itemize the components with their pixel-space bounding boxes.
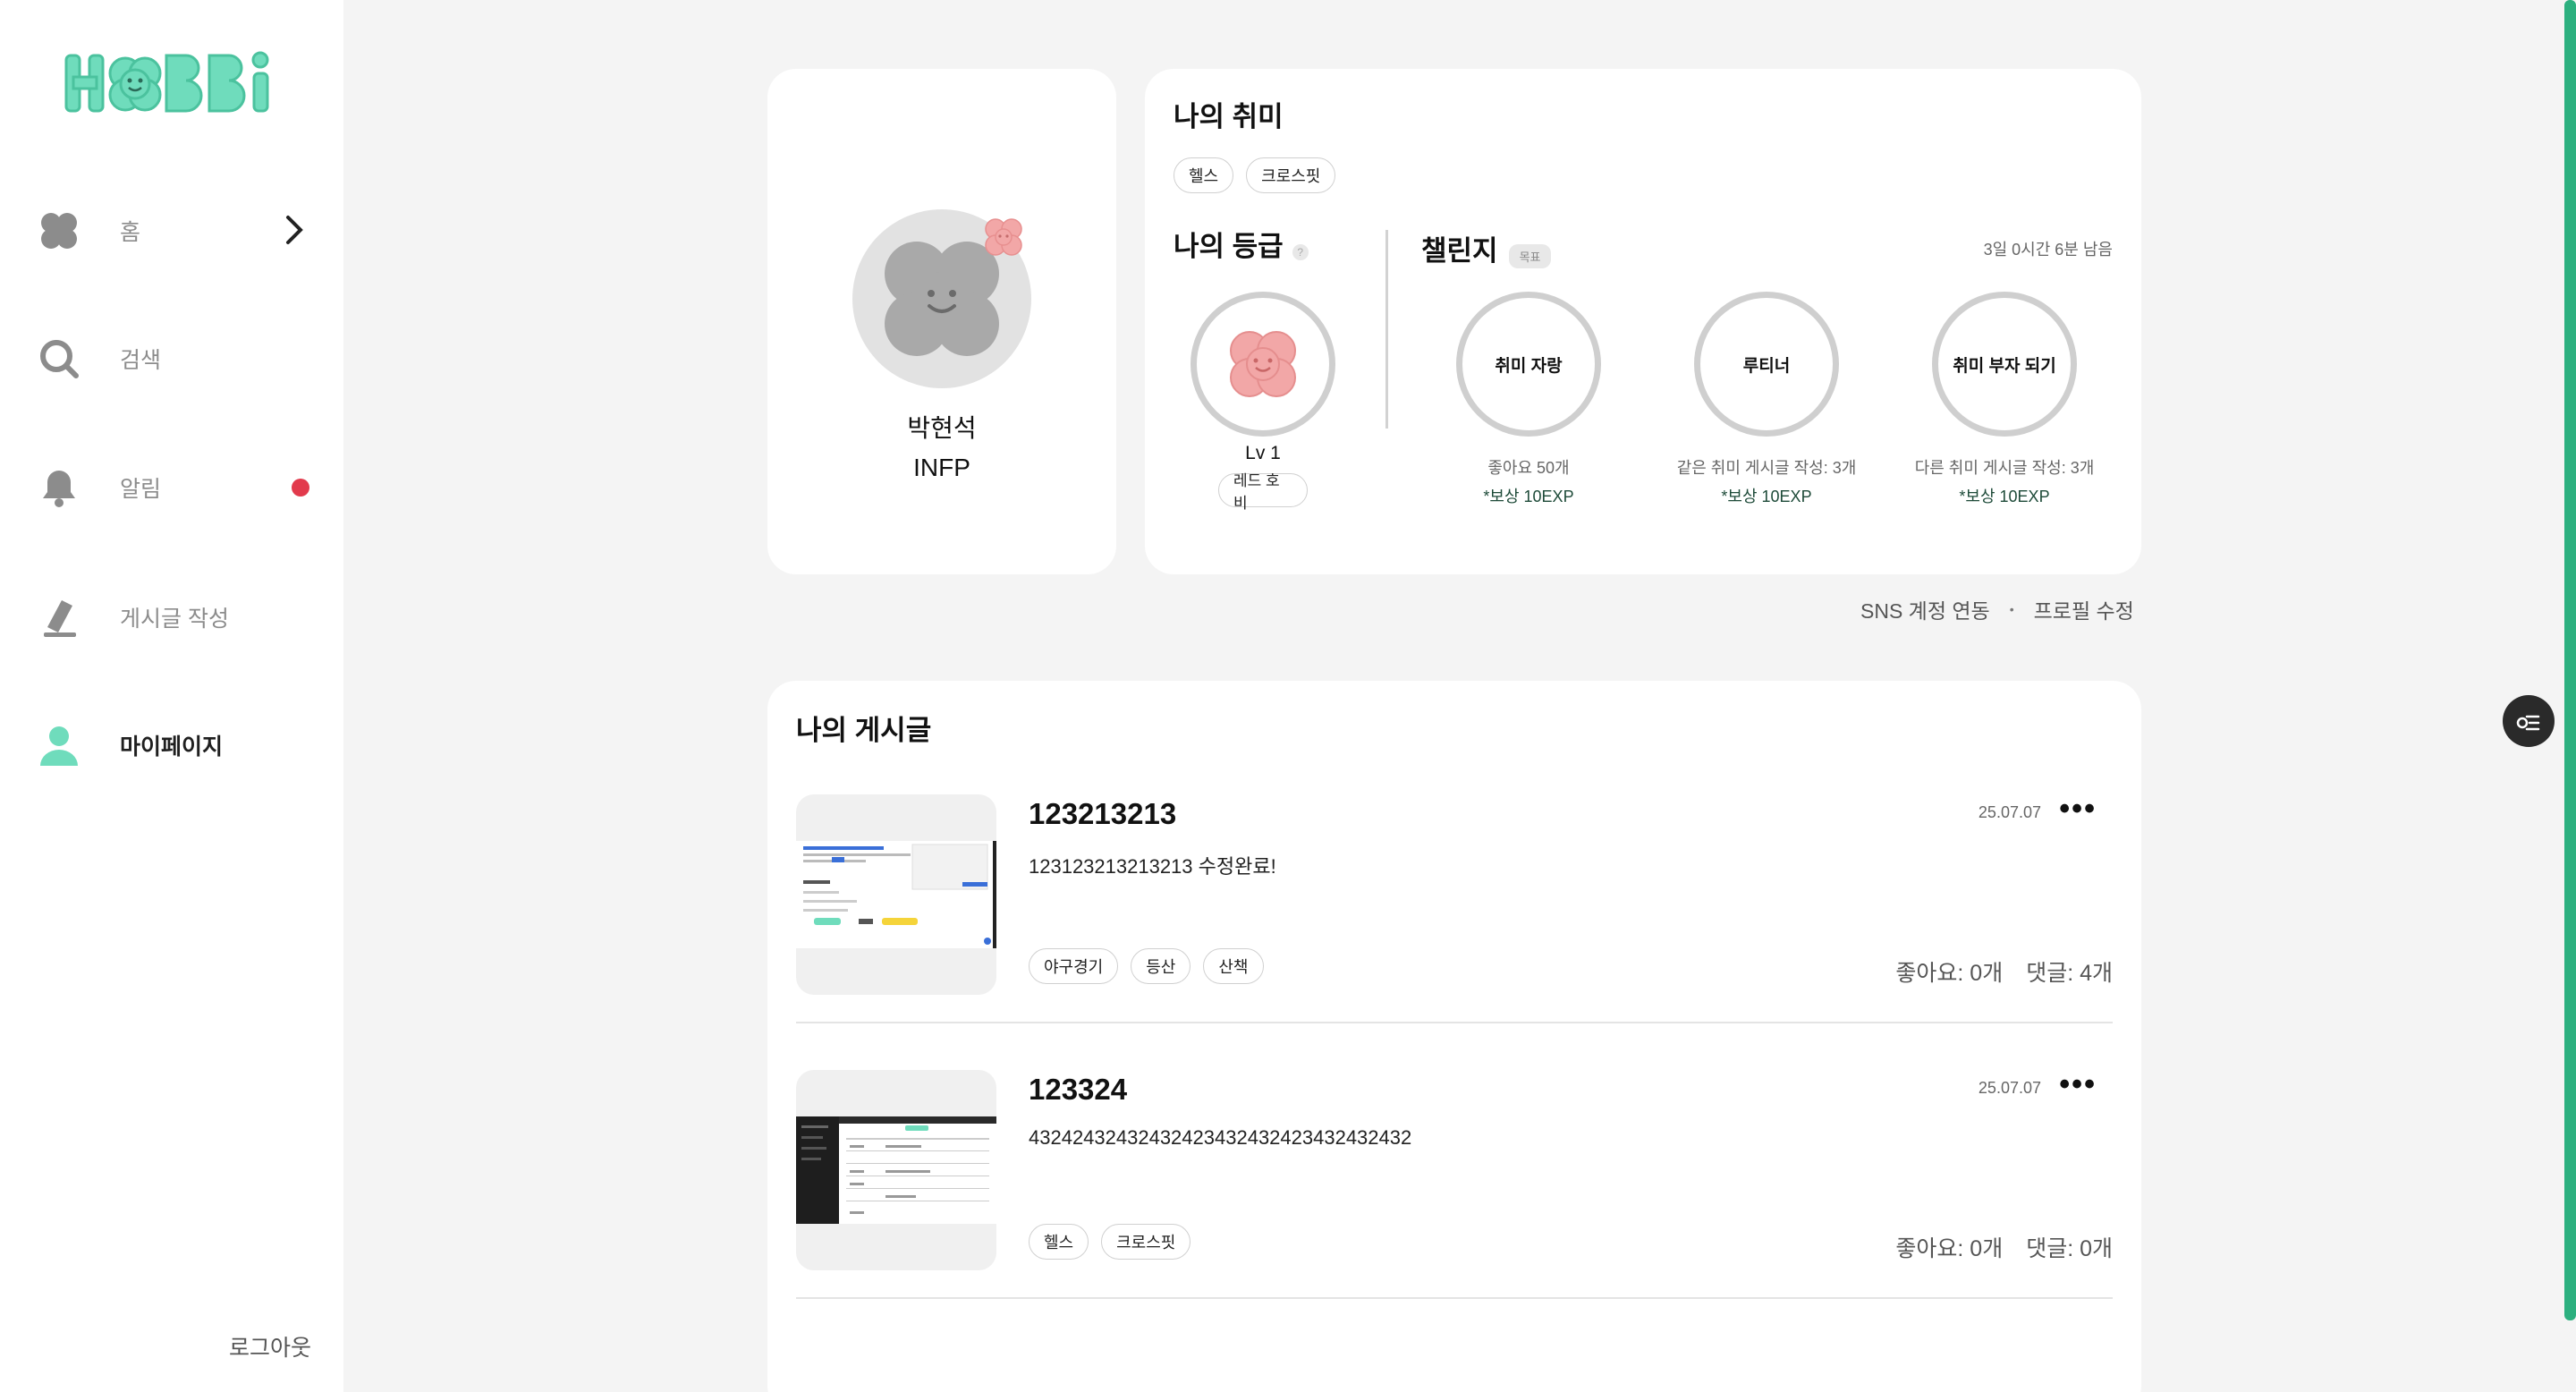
challenge-reward: *보상 10EXP (1959, 488, 2050, 505)
pencil-icon (36, 594, 82, 641)
comment-count: 댓글: 0개 (2026, 1236, 2113, 1261)
hobby-grade-challenge-card: 나의 취미 헬스 크로스핏 나의 등급? Lv 1 레드 호비 챌린지 목표 3일… (1145, 69, 2141, 574)
challenge-ring[interactable]: 취미 부자 되기 (1932, 292, 2077, 437)
post-tag[interactable]: 크로스핏 (1101, 1224, 1191, 1260)
profile-mbti: INFP (913, 454, 970, 481)
sidebar-item-label: 마이페이지 (120, 734, 224, 760)
profile-name: 박현석 (907, 414, 977, 442)
avatar[interactable] (852, 209, 1031, 388)
sidebar-item-label: 홈 (120, 220, 141, 245)
challenge-desc: 좋아요 50개 (1487, 459, 1570, 477)
more-menu-icon[interactable]: ••• (2059, 1069, 2097, 1099)
post-item[interactable]: 123213213 123123213213213 수정완료! 25.07.07… (796, 794, 2113, 1072)
post-title: 123324 (1029, 1073, 1128, 1106)
challenge-remaining: 3일 0시간 6분 남음 (1983, 241, 2113, 259)
grade-header: 나의 등급? (1174, 224, 1309, 264)
search-icon (36, 335, 82, 382)
edit-profile-button[interactable]: 프로필 수정 (2034, 594, 2134, 624)
sidebar: 홈 검색 알림 게시글 작성 마이페이지 로그아웃 (0, 0, 343, 1392)
post-tag[interactable]: 산책 (1203, 948, 1264, 984)
sns-link-button[interactable]: SNS 계정 연동 (1860, 594, 1990, 624)
challenge-reward: *보상 10EXP (1721, 488, 1812, 505)
post-thumbnail[interactable] (796, 1070, 996, 1270)
challenge-reward: *보상 10EXP (1483, 488, 1574, 505)
divider (1385, 230, 1388, 429)
post-divider (796, 1297, 2113, 1299)
post-body: 43242432432432423432432423432432432 (1029, 1126, 1412, 1149)
separator: • (2009, 602, 2014, 616)
challenge-ring[interactable]: 취미 자랑 (1456, 292, 1601, 437)
sidebar-item-label: 알림 (120, 477, 162, 502)
challenge-desc: 같은 취미 게시글 작성: 3개 (1676, 459, 1857, 477)
grade-tier-badge: 레드 호비 (1218, 472, 1308, 512)
filter-list-icon (2516, 715, 2540, 731)
sidebar-item-mypage[interactable]: 마이페이지 (36, 714, 313, 777)
grade-title: 나의 등급 (1174, 231, 1284, 262)
user-icon (36, 722, 82, 768)
grade-ring (1191, 292, 1335, 437)
logout-button[interactable]: 로그아웃 (229, 1330, 311, 1362)
help-icon[interactable]: ? (1292, 243, 1309, 260)
post-item[interactable]: 123324 432424324324324234324324234324324… (796, 1069, 2113, 1347)
post-date: 25.07.07 (1978, 803, 2041, 821)
grade-tier-wrap: 레드 호비 (1218, 472, 1308, 512)
more-menu-icon[interactable]: ••• (2059, 794, 2097, 824)
hobbi-logo[interactable] (63, 48, 283, 118)
challenge-desc: 다른 취미 게시글 작성: 3개 (1914, 459, 2095, 477)
my-posts-card: 나의 게시글 123213213 123123213213213 수정완료! 2… (767, 681, 2141, 1392)
post-title: 123213213 (1029, 797, 1177, 830)
like-count: 좋아요: 0개 (1895, 961, 2004, 986)
comment-count: 댓글: 4개 (2026, 961, 2113, 986)
post-stats: 좋아요: 0개 댓글: 4개 (1895, 955, 2113, 988)
post-date: 25.07.07 (1978, 1079, 2041, 1097)
hobby-tag-list: 헬스 크로스핏 (1174, 157, 1348, 193)
post-tag[interactable]: 야구경기 (1029, 948, 1119, 984)
challenge-ring[interactable]: 루티너 (1694, 292, 1839, 437)
post-divider (796, 1022, 2113, 1023)
post-tag-list: 야구경기 등산 산책 (1029, 948, 1276, 984)
grade-level: Lv 1 (1245, 443, 1281, 463)
bell-icon (36, 464, 82, 511)
sidebar-item-alerts[interactable]: 알림 (36, 456, 313, 519)
sidebar-item-label: 게시글 작성 (120, 607, 229, 632)
post-tag[interactable]: 등산 (1131, 948, 1191, 984)
hobby-tag[interactable]: 크로스핏 (1246, 157, 1336, 193)
post-body: 123123213213213 수정완료! (1029, 855, 1276, 878)
post-tag-list: 헬스 크로스핏 (1029, 1224, 1203, 1260)
profile-card: 석이 박현석 INFP (767, 69, 1116, 574)
sidebar-item-write-post[interactable]: 게시글 작성 (36, 586, 313, 649)
challenge-header: 챌린지 목표 (1421, 228, 1552, 269)
page-scrollbar[interactable] (2564, 0, 2576, 1320)
like-count: 좋아요: 0개 (1895, 1236, 2004, 1261)
hobby-tag[interactable]: 헬스 (1174, 157, 1234, 193)
floating-action-button[interactable] (2503, 695, 2555, 747)
posts-title: 나의 게시글 (796, 715, 932, 746)
sidebar-item-label: 검색 (120, 348, 162, 373)
chevron-right-icon (283, 214, 306, 250)
profile-links: SNS 계정 연동 • 프로필 수정 (1860, 594, 2134, 624)
clover-icon (36, 208, 82, 254)
pink-clover-icon (1230, 331, 1296, 397)
sidebar-item-search[interactable]: 검색 (36, 327, 313, 390)
sidebar-item-home[interactable]: 홈 (36, 199, 313, 262)
challenge-title: 챌린지 (1421, 235, 1498, 267)
goal-badge: 목표 (1508, 244, 1552, 269)
post-thumbnail[interactable] (796, 794, 996, 995)
hobbies-title: 나의 취미 (1174, 101, 1284, 132)
post-tag[interactable]: 헬스 (1029, 1224, 1089, 1260)
notification-dot (292, 479, 309, 497)
post-stats: 좋아요: 0개 댓글: 0개 (1895, 1231, 2113, 1263)
